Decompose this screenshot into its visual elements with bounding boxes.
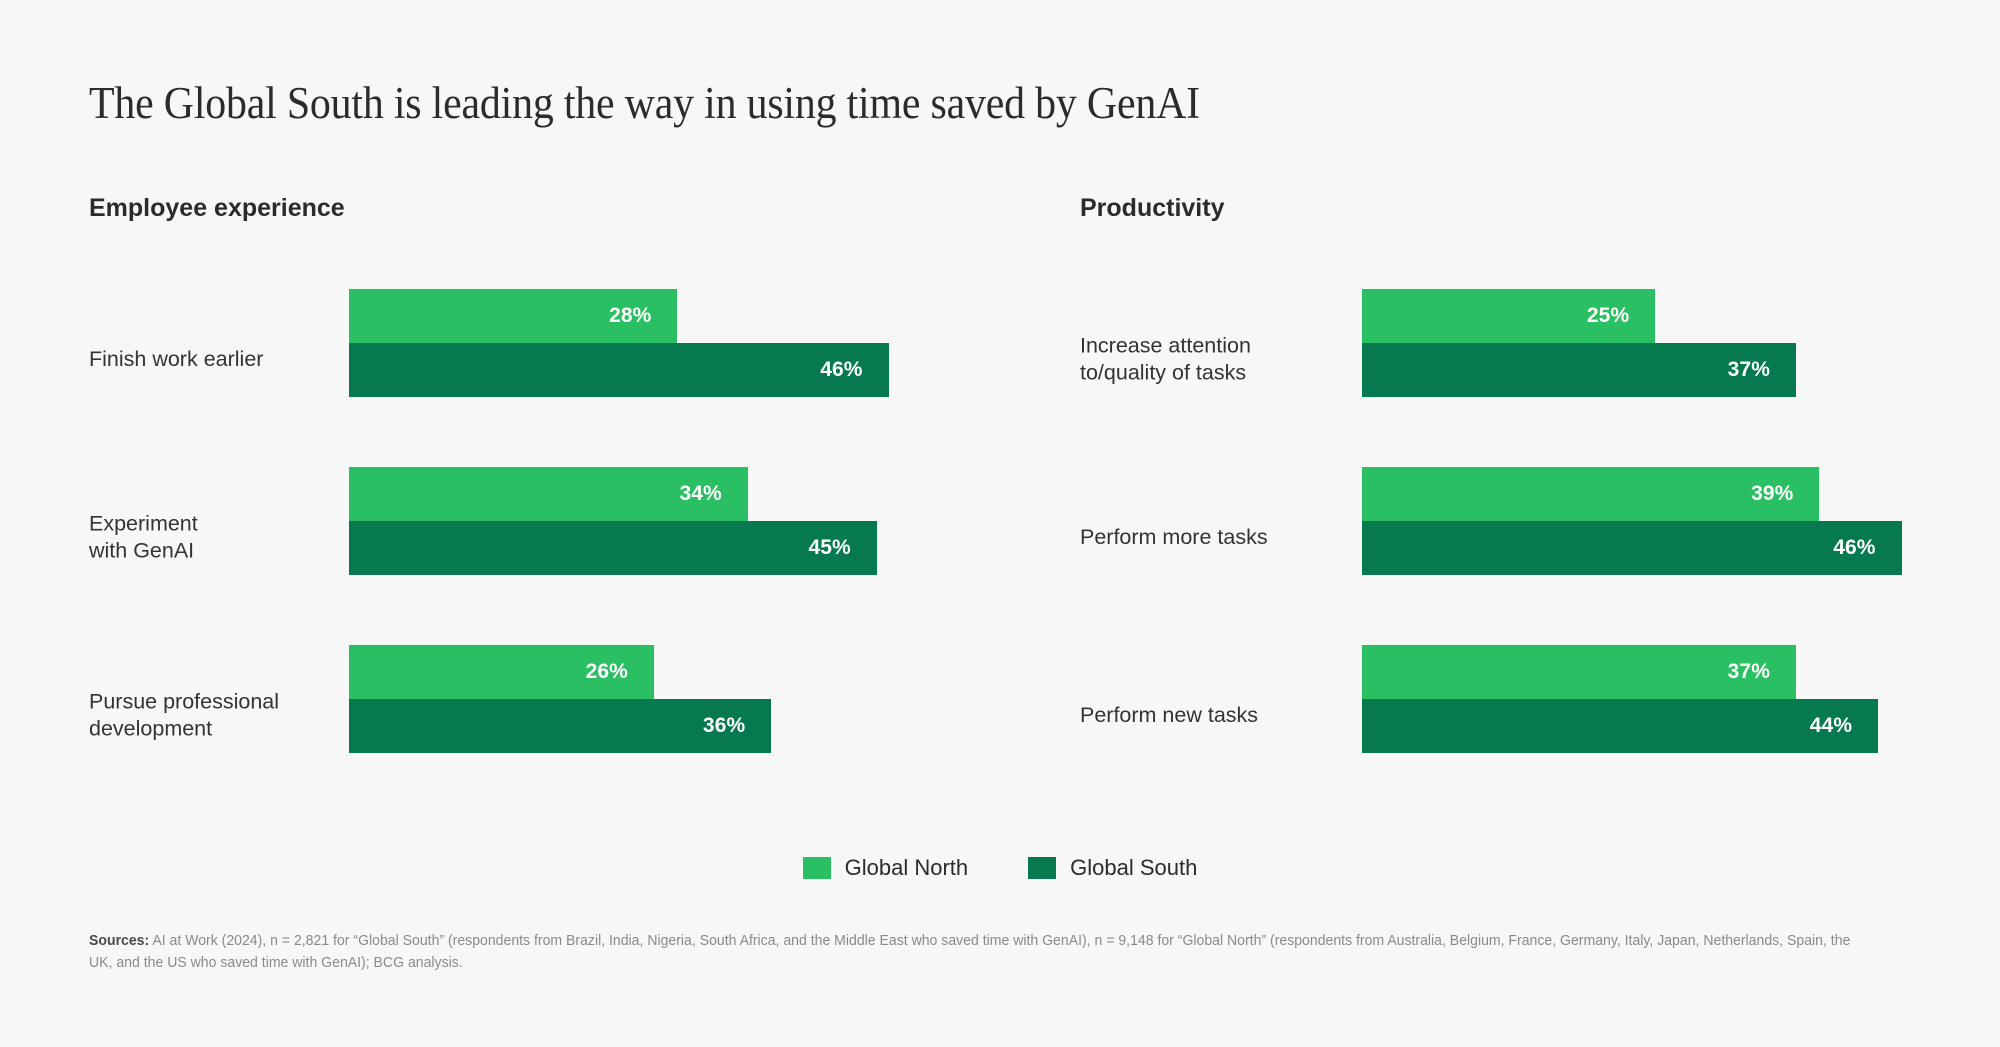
bar-global-south[interactable]: 45%	[349, 520, 877, 575]
row-label: Perform new tasks	[1080, 702, 1259, 727]
panel-heading: Employee experience	[89, 194, 345, 222]
row-bars: 39% 46%	[1362, 466, 1960, 575]
row-bars: 26% 36%	[349, 644, 969, 753]
bar-value-north: 26%	[585, 659, 628, 683]
bar-rows: Increase attention to/quality of tasks 2…	[1080, 271, 1960, 805]
chart-row: Pursue professional development 26% 36%	[89, 627, 969, 805]
bar-value-north: 28%	[609, 303, 652, 327]
bar-global-south[interactable]: 46%	[1362, 520, 1902, 575]
bar-global-north[interactable]: 25%	[1362, 288, 1656, 343]
row-bars: 37% 44%	[1362, 644, 1960, 753]
legend-item-global-north[interactable]: Global North	[802, 855, 969, 881]
bar-global-north[interactable]: 37%	[1362, 644, 1796, 699]
bar-global-south[interactable]: 44%	[1362, 698, 1879, 753]
row-label: Perform more tasks	[1080, 524, 1268, 549]
legend-label-south: Global South	[1070, 855, 1198, 880]
row-bars: 34% 45%	[349, 466, 969, 575]
bar-value-north: 39%	[1751, 481, 1794, 505]
bar-value-south: 45%	[808, 535, 851, 559]
bar-global-north[interactable]: 34%	[349, 466, 748, 521]
bar-value-south: 46%	[1833, 535, 1876, 559]
page-title: The Global South is leading the way in u…	[89, 78, 1200, 128]
chart-page: The Global South is leading the way in u…	[0, 0, 2000, 1047]
bar-value-north: 34%	[679, 481, 722, 505]
chart-row: Perform more tasks 39% 46%	[1080, 449, 1960, 627]
chart-row: Experiment with GenAI 34% 45%	[89, 449, 969, 627]
chart-legend: Global North Global South	[0, 855, 2000, 881]
bar-global-south[interactable]: 37%	[1362, 342, 1796, 397]
bar-value-south: 36%	[702, 713, 746, 737]
row-bars: 28% 46%	[349, 288, 969, 397]
bar-value-north: 37%	[1727, 659, 1770, 683]
chart-row: Increase attention to/quality of tasks 2…	[1080, 271, 1960, 449]
panel-heading: Productivity	[1080, 194, 1225, 222]
row-label: Pursue professional development	[89, 688, 280, 741]
legend-label-north: Global North	[844, 855, 969, 880]
legend-item-global-south[interactable]: Global South	[1028, 855, 1197, 881]
bar-value-south: 37%	[1727, 357, 1770, 381]
bar-value-north: 25%	[1586, 303, 1630, 327]
row-bars: 25% 37%	[1362, 288, 1960, 397]
panel-productivity: Productivity Increase attention to/quali…	[1080, 194, 1960, 805]
row-label: Experiment with GenAI	[89, 510, 198, 563]
bar-value-south: 46%	[820, 357, 863, 381]
panel-employee-experience: Employee experience Finish work earlier …	[89, 194, 969, 805]
bar-global-south[interactable]: 46%	[349, 342, 889, 397]
bar-global-north[interactable]: 26%	[349, 644, 654, 699]
legend-swatch-icon-north	[802, 857, 831, 879]
bar-global-south[interactable]: 36%	[349, 698, 772, 753]
bar-rows: Finish work earlier 28% 46% Experiment w…	[89, 271, 969, 805]
sources-note: Sources: AI at Work (2024), n = 2,821 fo…	[89, 930, 1874, 975]
row-label: Increase attention to/quality of tasks	[1080, 332, 1251, 385]
chart-row: Finish work earlier 28% 46%	[89, 271, 969, 449]
bar-global-north[interactable]: 28%	[349, 288, 678, 343]
chart-row: Perform new tasks 37% 44%	[1080, 627, 1960, 805]
row-label: Finish work earlier	[89, 346, 264, 371]
legend-swatch-icon-south	[1028, 857, 1057, 879]
sources-label: Sources:	[89, 933, 150, 949]
sources-text: AI at Work (2024), n = 2,821 for “Global…	[89, 933, 1851, 972]
bar-value-south: 44%	[1809, 713, 1853, 737]
bar-global-north[interactable]: 39%	[1362, 466, 1820, 521]
